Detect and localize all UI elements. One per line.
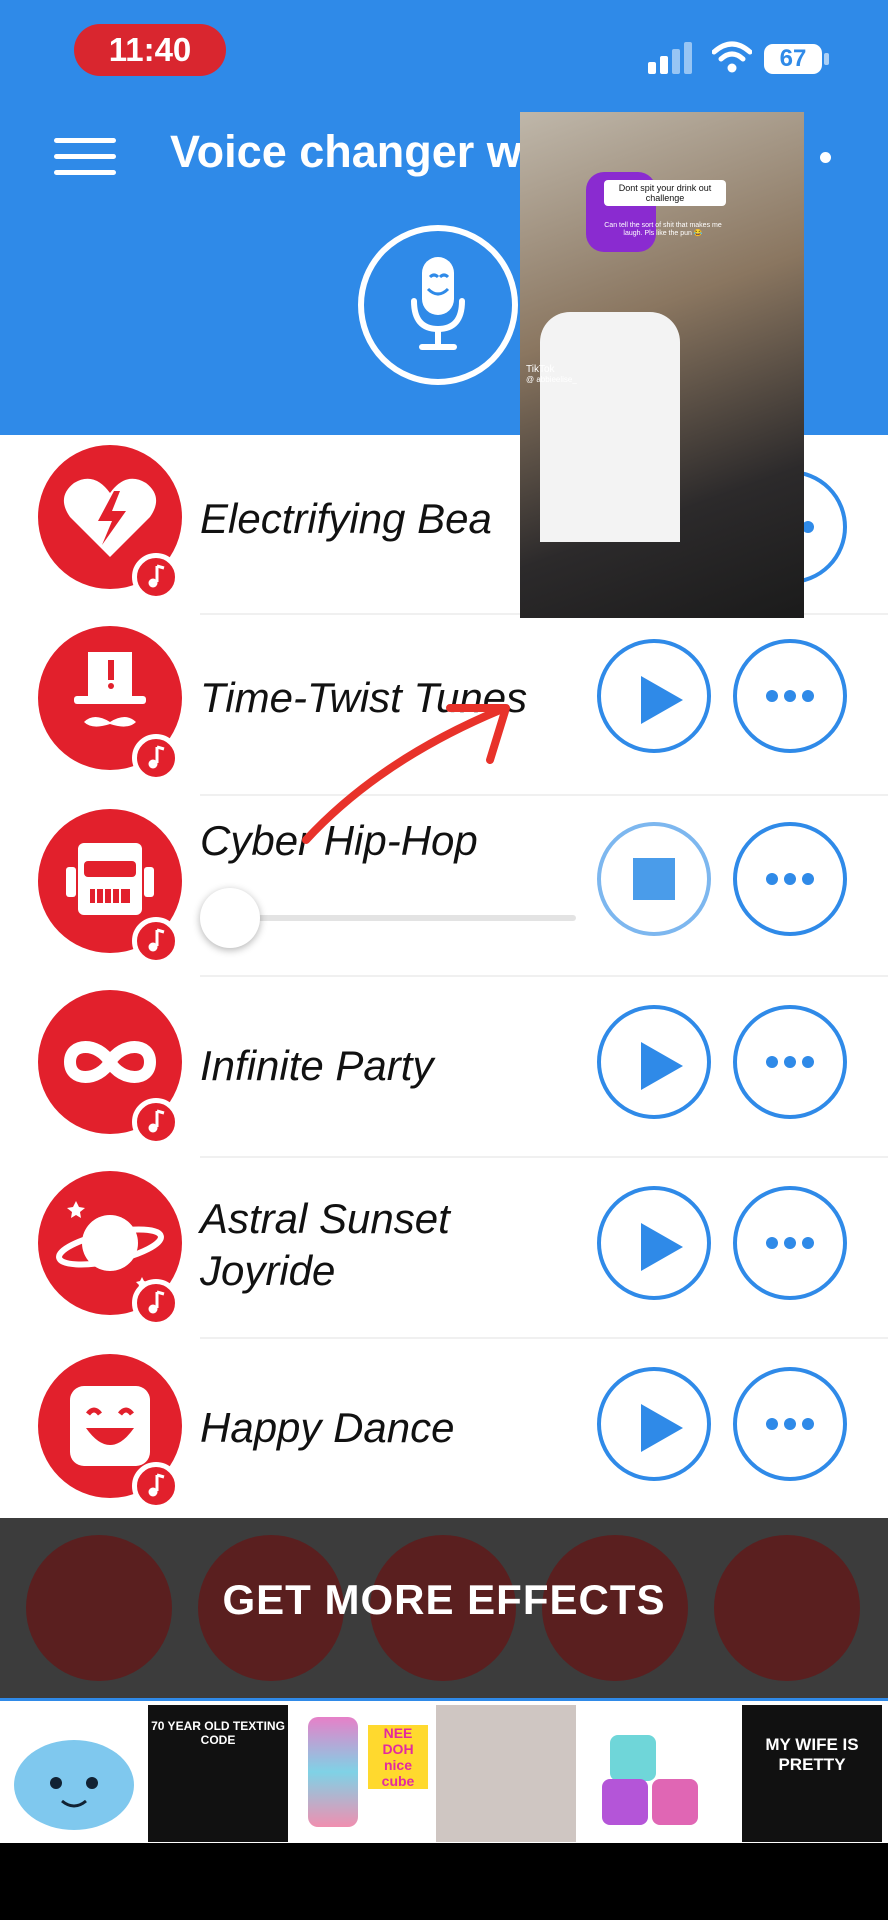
play-button[interactable]	[597, 639, 711, 753]
smiley-face-icon	[38, 1354, 182, 1510]
effect-name: Infinite Party	[200, 1042, 434, 1089]
ad-item[interactable]	[586, 1705, 726, 1842]
status-time: 11:40	[74, 24, 226, 76]
ad-label: 70 YEAR OLD TEXTING CODE	[151, 1719, 285, 1747]
play-icon	[641, 1042, 683, 1090]
more-options-button[interactable]	[733, 1367, 847, 1481]
ad-graphic	[652, 1779, 698, 1825]
divider	[200, 1156, 888, 1158]
play-button[interactable]	[597, 1186, 711, 1300]
video-caption: Dont spit your drink out challenge	[604, 180, 726, 206]
ad-item[interactable]	[436, 1705, 576, 1842]
ellipsis-icon	[737, 1190, 843, 1296]
top-hat-mustache-icon	[38, 626, 182, 782]
ellipsis-icon	[737, 643, 843, 749]
play-icon	[641, 676, 683, 724]
video-subtitle: Can tell the sort of shit that makes me …	[604, 222, 722, 237]
ellipsis-icon	[737, 826, 843, 932]
tiktok-handle: @ abbieelise_	[526, 375, 577, 384]
music-note-icon	[132, 734, 180, 782]
stop-icon	[633, 858, 675, 900]
tiktok-label: TikTok	[526, 364, 555, 375]
ad-graphic	[602, 1779, 648, 1825]
more-options-button[interactable]	[733, 639, 847, 753]
annotation-arrow-icon	[302, 704, 510, 844]
music-note-icon	[132, 1098, 180, 1146]
pip-video-overlay[interactable]: Dont spit your drink out challenge Can t…	[520, 112, 804, 618]
hamburger-menu-icon[interactable]	[54, 138, 118, 178]
ad-graphic	[610, 1735, 656, 1781]
divider	[200, 1337, 888, 1339]
record-mic-button[interactable]	[358, 225, 518, 385]
ellipsis-icon	[737, 1009, 843, 1115]
music-note-icon	[132, 917, 180, 965]
more-options-button[interactable]	[733, 1186, 847, 1300]
get-more-effects-label: GET MORE EFFECTS	[222, 1576, 666, 1623]
effect-row-happy-dance[interactable]: Happy Dance	[0, 1340, 888, 1520]
effect-name: Astral Sunset Joyride	[200, 1193, 450, 1297]
effect-name-line2: Joyride	[200, 1247, 336, 1294]
effect-row-astral-sunset[interactable]: Astral Sunset Joyride	[0, 1159, 888, 1339]
play-button[interactable]	[597, 1005, 711, 1119]
effect-row-infinite-party[interactable]: Infinite Party	[0, 978, 888, 1158]
robot-dj-icon	[38, 809, 182, 965]
ad-label: MY WIFE IS PRETTY	[765, 1735, 859, 1774]
bottom-bar	[0, 1843, 888, 1920]
broken-heart-bolt-icon	[38, 445, 182, 601]
battery-nub	[824, 53, 829, 65]
play-icon	[641, 1223, 683, 1271]
music-note-icon	[132, 1279, 180, 1327]
ad-label: NEE DOH nice cube	[368, 1725, 428, 1789]
person-shirt	[540, 312, 680, 542]
play-button[interactable]	[597, 1367, 711, 1481]
ad-strip[interactable]: 70 YEAR OLD TEXTING CODE NEE DOH nice cu…	[0, 1698, 888, 1843]
wifi-icon	[712, 41, 752, 73]
playback-slider-knob[interactable]	[200, 888, 260, 948]
get-more-effects-banner[interactable]: GET MORE EFFECTS	[0, 1518, 888, 1698]
play-icon	[641, 1404, 683, 1452]
microphone-icon	[411, 257, 465, 350]
stop-button[interactable]	[597, 822, 711, 936]
overflow-dot-icon[interactable]	[820, 152, 831, 163]
music-note-icon	[132, 1462, 180, 1510]
ad-item[interactable]: 70 YEAR OLD TEXTING CODE	[148, 1705, 288, 1842]
infinity-icon	[38, 990, 182, 1146]
more-options-button[interactable]	[733, 1005, 847, 1119]
ad-item[interactable]: NEE DOH nice cube	[292, 1705, 432, 1842]
battery-indicator: 67	[764, 44, 822, 74]
divider	[200, 975, 888, 977]
planet-icon	[38, 1171, 182, 1327]
ellipsis-icon	[737, 1371, 843, 1477]
effect-name-line1: Astral Sunset	[200, 1195, 450, 1242]
page-title: Voice changer w	[170, 126, 522, 177]
music-note-icon	[132, 553, 180, 601]
tiktok-watermark: TikTok @ abbieelise_	[526, 364, 577, 384]
effect-name: Happy Dance	[200, 1404, 455, 1451]
effect-name: Electrifying Bea	[200, 495, 492, 542]
ad-graphic	[308, 1717, 358, 1827]
cellular-signal-icon	[648, 42, 694, 74]
ad-item[interactable]: MY WIFE IS PRETTY	[742, 1705, 882, 1842]
screen: 11:40 67 Voice changer w Electrifying Be…	[0, 0, 888, 1920]
ad-item[interactable]	[4, 1705, 144, 1842]
more-options-button[interactable]	[733, 822, 847, 936]
